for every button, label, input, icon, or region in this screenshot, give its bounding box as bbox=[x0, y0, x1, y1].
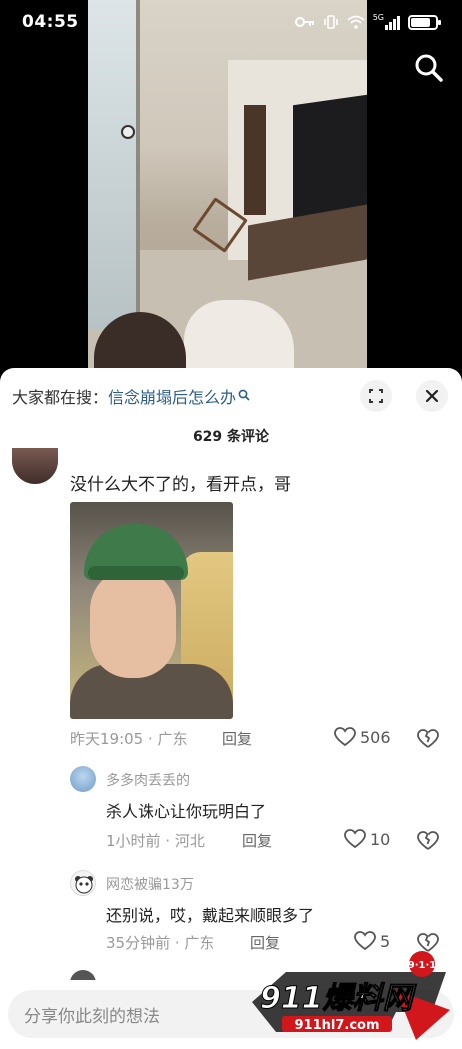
status-bar: 04:55 5G bbox=[0, 0, 462, 46]
expand-icon bbox=[369, 389, 383, 403]
small-search-icon bbox=[238, 389, 250, 401]
reply-username[interactable]: 网恋被骗13万 bbox=[106, 874, 194, 894]
reply-username[interactable]: 多多肉丢丢的 bbox=[106, 770, 190, 790]
panda-avatar-icon bbox=[75, 876, 93, 894]
like-button[interactable]: 506 bbox=[334, 727, 391, 747]
like-count: 5 bbox=[380, 931, 391, 951]
watermark-logo: 9·1·1 911爆料网 911hl7.com bbox=[252, 951, 450, 1040]
video-door bbox=[244, 105, 266, 215]
comment-photo[interactable] bbox=[70, 502, 233, 719]
broken-heart-icon[interactable] bbox=[416, 828, 440, 852]
watermark-brand: 911爆料网 bbox=[260, 981, 417, 1016]
reply-button[interactable]: 回复 bbox=[222, 728, 252, 749]
like-button[interactable]: 5 bbox=[354, 931, 390, 951]
battery-icon bbox=[408, 14, 441, 30]
search-suggestion-prefix: 大家都在搜： bbox=[12, 388, 109, 407]
network-type-label: 5G bbox=[372, 13, 384, 22]
comment-text: 没什么大不了的，看开点，哥 bbox=[70, 475, 291, 495]
reply-button[interactable]: 回复 bbox=[242, 830, 272, 851]
heart-icon bbox=[344, 829, 366, 849]
reply-meta: 35分钟前 · 广东 bbox=[106, 934, 215, 952]
video-window bbox=[88, 0, 140, 330]
battery-level bbox=[411, 17, 431, 27]
comment-avatar[interactable] bbox=[12, 448, 58, 484]
key-icon bbox=[294, 17, 314, 27]
heart-icon bbox=[354, 931, 376, 951]
like-count: 10 bbox=[370, 829, 391, 849]
watermark-badge: 9·1·1 bbox=[408, 960, 437, 971]
comment-count: 629 条评论 bbox=[192, 429, 270, 445]
reply-avatar[interactable] bbox=[70, 870, 96, 896]
status-time: 04:55 bbox=[22, 12, 79, 32]
like-count: 506 bbox=[360, 727, 391, 747]
expand-button[interactable] bbox=[360, 380, 392, 412]
search-suggestion[interactable]: 大家都在搜：信念崩塌后怎么办 bbox=[12, 384, 250, 408]
reply-meta: 1小时前 · 河北 bbox=[106, 832, 205, 850]
photo-cap-brim bbox=[88, 566, 184, 580]
signal-icon: 5G bbox=[373, 14, 400, 30]
comment-sheet: 大家都在搜：信念崩塌后怎么办 629 条评论 没什么大不了的，看开点，哥 昨天1… bbox=[0, 368, 462, 1049]
like-button[interactable]: 10 bbox=[344, 829, 390, 849]
vibrate-icon bbox=[323, 15, 338, 29]
search-icon[interactable] bbox=[414, 53, 444, 83]
photo-face bbox=[90, 568, 176, 678]
video-player[interactable]: 04:55 5G bbox=[0, 0, 462, 368]
comment-meta: 昨天19:05 · 广东 bbox=[70, 730, 188, 748]
close-button[interactable] bbox=[416, 380, 448, 412]
reply-avatar[interactable] bbox=[70, 766, 96, 792]
video-wall-clock bbox=[121, 125, 135, 139]
search-suggestion-link[interactable]: 信念崩塌后怎么办 bbox=[108, 388, 236, 407]
heart-icon bbox=[334, 727, 356, 747]
reply-text: 还别说，哎，戴起来顺眼多了 bbox=[106, 906, 315, 925]
status-icons: 5G bbox=[294, 14, 441, 30]
close-icon bbox=[425, 389, 439, 403]
wifi-icon bbox=[347, 15, 365, 29]
video-frame[interactable] bbox=[88, 0, 367, 368]
reply-text: 杀人诛心让你玩明白了 bbox=[106, 802, 267, 821]
broken-heart-icon[interactable] bbox=[416, 726, 440, 750]
watermark-url: 911hl7.com bbox=[294, 1018, 379, 1033]
